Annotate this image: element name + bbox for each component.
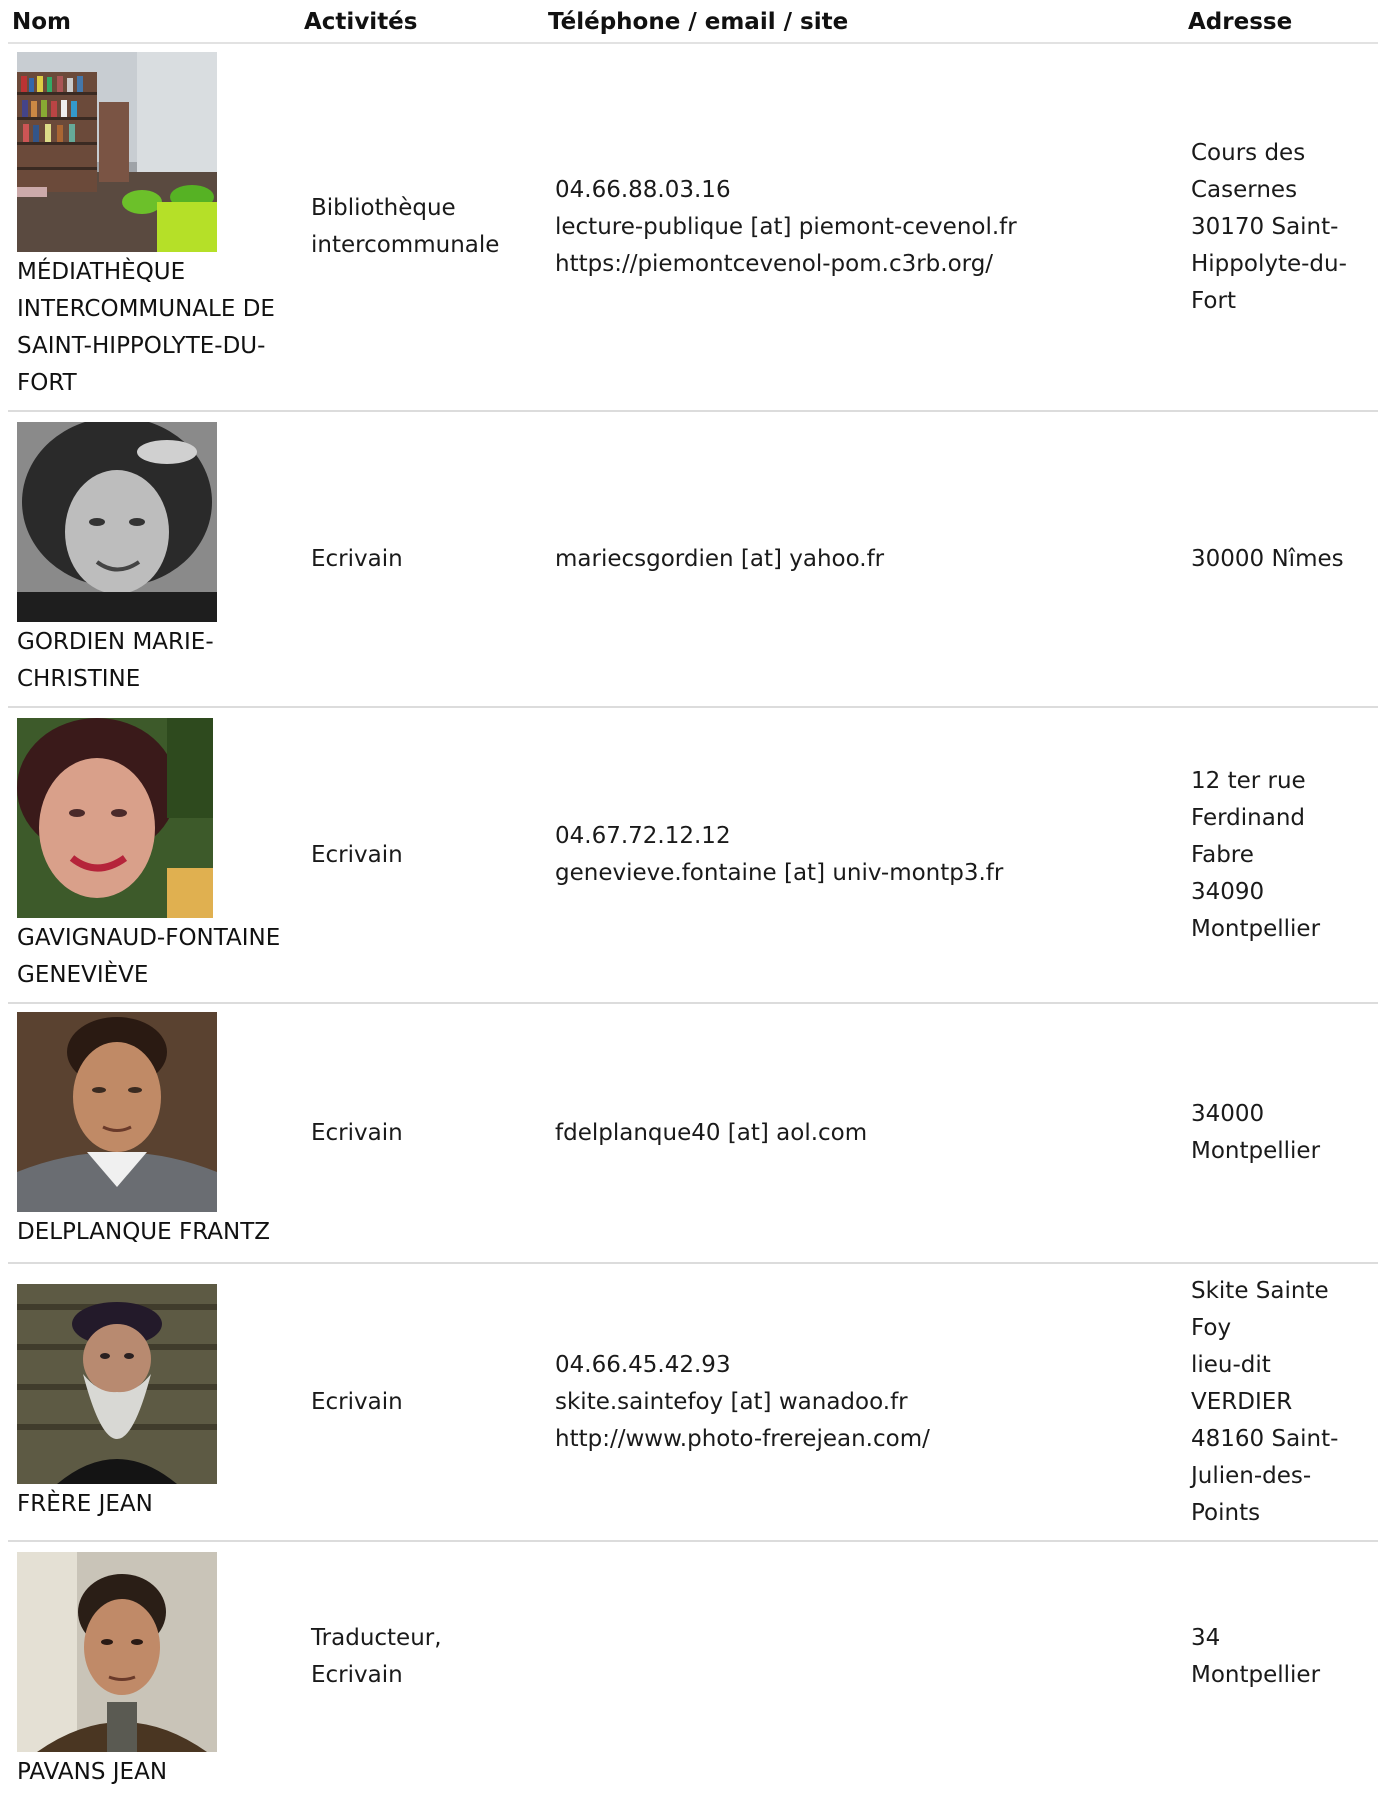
address-line: 34 <box>1191 1625 1221 1651</box>
portrait-photo[interactable] <box>17 1284 217 1484</box>
activity-text: Ecrivain <box>311 545 403 572</box>
activity-text: intercommunale <box>311 232 500 258</box>
portrait-photo[interactable] <box>17 1552 217 1752</box>
table-row: FRÈRE JEAN Ecrivain 04.66.45.42.93 skite… <box>8 1264 1378 1542</box>
address-line: Hippolyte-du- <box>1191 250 1347 277</box>
contact-cell: mariecsgordien [at] yahoo.fr <box>555 412 1155 706</box>
address-line: Montpellier <box>1191 1138 1321 1164</box>
portrait-photo[interactable] <box>17 1012 217 1212</box>
address-line: Julien-des- <box>1191 1462 1312 1489</box>
email-address[interactable]: lecture-publique [at] piemont-cevenol.fr <box>555 209 1155 246</box>
address-cell: 34 Montpellier <box>1191 1542 1361 1772</box>
address-line: VERDIER <box>1191 1388 1293 1415</box>
table-row: DELPLANQUE FRANTZ Ecrivain fdelplanque40… <box>8 1004 1378 1264</box>
table-header: Nom Activités Téléphone / email / site A… <box>8 0 1378 44</box>
activity-text: Bibliothèque <box>311 195 456 221</box>
address-line: Points <box>1191 1499 1261 1526</box>
address-cell: Skite Sainte Foy lieu-dit VERDIER 48160 … <box>1191 1264 1361 1540</box>
phone-number: 04.67.72.12.12 <box>555 823 731 849</box>
table-row: GORDIEN MARIE-CHRISTINE Ecrivain mariecs… <box>8 412 1378 708</box>
header-contact[interactable]: Téléphone / email / site <box>548 9 848 35</box>
address-line: lieu-dit <box>1191 1351 1271 1378</box>
address-line: Fort <box>1191 287 1236 314</box>
name-cell: FRÈRE JEAN <box>17 1284 297 1523</box>
entry-name[interactable]: GAVIGNAUD-FONTAINE GENEVIÈVE <box>17 920 297 994</box>
contact-cell: 04.66.88.03.16 lecture-publique [at] pie… <box>555 44 1155 410</box>
phone-number: 04.66.45.42.93 <box>555 1351 731 1378</box>
table-row: MÉDIATHÈQUE INTERCOMMUNALE DE SAINT-HIPP… <box>8 44 1378 412</box>
entry-name[interactable]: DELPLANQUE FRANTZ <box>17 1214 297 1251</box>
address-line: Montpellier <box>1191 915 1321 942</box>
name-cell: GAVIGNAUD-FONTAINE GENEVIÈVE <box>17 718 297 994</box>
table-row: GAVIGNAUD-FONTAINE GENEVIÈVE Ecrivain 04… <box>8 708 1378 1004</box>
header-activites[interactable]: Activités <box>304 9 417 35</box>
activity-cell: Ecrivain <box>311 412 531 706</box>
activity-text: Ecrivain <box>311 1119 403 1146</box>
library-photo[interactable] <box>17 52 217 252</box>
address-line: 30000 Nîmes <box>1191 545 1344 572</box>
contact-cell: 04.66.45.42.93 skite.saintefoy [at] wana… <box>555 1264 1155 1540</box>
email-address[interactable]: skite.saintefoy [at] wanadoo.fr <box>555 1384 1155 1421</box>
address-line: 48160 Saint- <box>1191 1425 1339 1452</box>
entry-name[interactable]: PAVANS JEAN <box>17 1754 297 1791</box>
address-line: 34000 <box>1191 1101 1265 1127</box>
email-address[interactable]: genevieve.fontaine [at] univ-montp3.fr <box>555 855 1155 892</box>
entry-name[interactable]: GORDIEN MARIE-CHRISTINE <box>17 624 297 698</box>
address-line: 12 ter rue <box>1191 767 1306 794</box>
address-line: 30170 Saint- <box>1191 213 1339 240</box>
name-cell: MÉDIATHÈQUE INTERCOMMUNALE DE SAINT-HIPP… <box>17 52 297 402</box>
header-nom[interactable]: Nom <box>12 9 71 35</box>
portrait-photo[interactable] <box>17 718 213 918</box>
activity-text: Ecrivain <box>311 1388 403 1415</box>
phone-number: 04.66.88.03.16 <box>555 176 731 203</box>
activity-cell: Ecrivain <box>311 1264 531 1540</box>
address-cell: 30000 Nîmes <box>1191 412 1361 706</box>
entry-name[interactable]: MÉDIATHÈQUE INTERCOMMUNALE DE SAINT-HIPP… <box>17 254 297 402</box>
email-address[interactable]: mariecsgordien [at] yahoo.fr <box>555 541 1155 578</box>
header-adresse[interactable]: Adresse <box>1188 9 1292 35</box>
address-line: Fabre <box>1191 841 1254 868</box>
contact-cell: fdelplanque40 [at] aol.com <box>555 1004 1155 1262</box>
address-line: Cours des <box>1191 139 1306 166</box>
address-cell: Cours des Casernes 30170 Saint- Hippolyt… <box>1191 44 1361 410</box>
address-line: Foy <box>1191 1314 1232 1341</box>
address-line: Casernes <box>1191 176 1298 203</box>
contact-cell <box>555 1542 1155 1772</box>
email-address[interactable]: fdelplanque40 [at] aol.com <box>555 1115 1155 1152</box>
name-cell: DELPLANQUE FRANTZ <box>17 1012 297 1251</box>
activity-text: Traducteur, <box>311 1625 442 1651</box>
name-cell: GORDIEN MARIE-CHRISTINE <box>17 422 297 698</box>
website-link[interactable]: https://piemontcevenol-pom.c3rb.org/ <box>555 246 1155 283</box>
address-line: Skite Sainte <box>1191 1277 1329 1304</box>
portrait-photo[interactable] <box>17 422 217 622</box>
activity-cell: Ecrivain <box>311 1004 531 1262</box>
activity-text: Ecrivain <box>311 841 403 868</box>
contact-cell: 04.67.72.12.12 genevieve.fontaine [at] u… <box>555 708 1155 1002</box>
address-line: Ferdinand <box>1191 804 1306 831</box>
address-line: Montpellier <box>1191 1662 1321 1688</box>
website-link[interactable]: http://www.photo-frerejean.com/ <box>555 1421 1155 1458</box>
address-cell: 12 ter rue Ferdinand Fabre 34090 Montpel… <box>1191 708 1361 1002</box>
entry-name[interactable]: FRÈRE JEAN <box>17 1486 297 1523</box>
table-row: PAVANS JEAN Traducteur, Ecrivain 34 Mont… <box>8 1542 1378 1794</box>
address-line: 34090 <box>1191 878 1265 905</box>
activity-cell: Bibliothèque intercommunale <box>311 44 531 410</box>
activity-cell: Traducteur, Ecrivain <box>311 1542 531 1772</box>
activity-cell: Ecrivain <box>311 708 531 1002</box>
name-cell: PAVANS JEAN <box>17 1552 297 1791</box>
activity-text: Ecrivain <box>311 1662 403 1688</box>
address-cell: 34000 Montpellier <box>1191 1004 1361 1262</box>
